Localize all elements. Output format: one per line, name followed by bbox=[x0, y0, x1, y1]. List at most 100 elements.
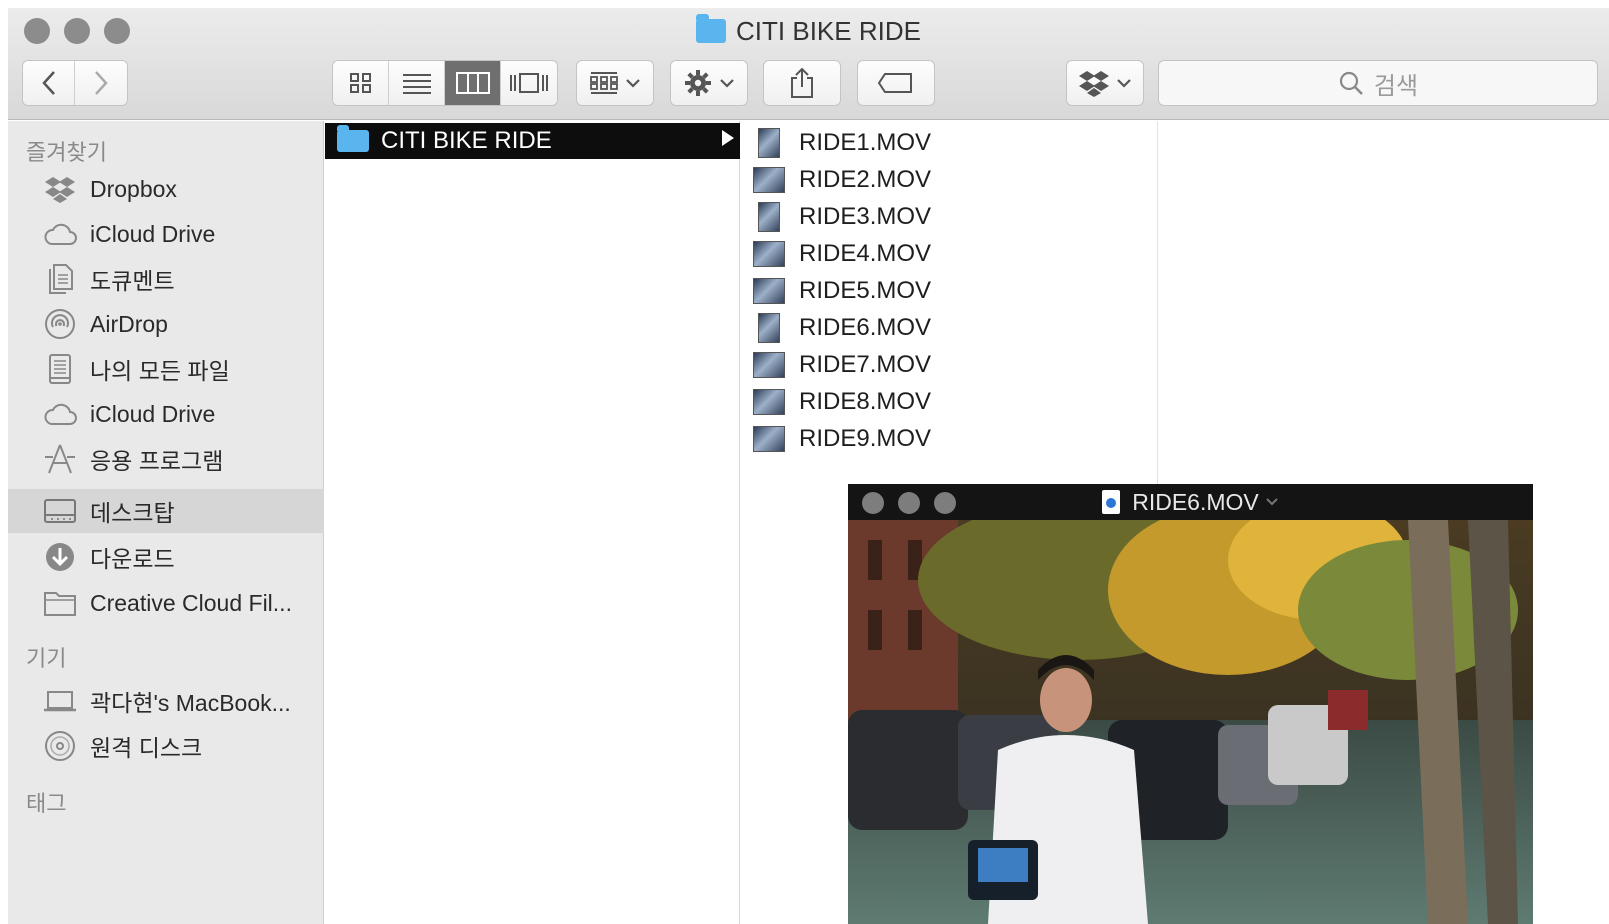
sidebar-item-downloads[interactable]: 다운로드 bbox=[8, 535, 324, 579]
search-placeholder: 검색 bbox=[1373, 72, 1419, 100]
column-view-button[interactable] bbox=[445, 61, 501, 105]
video-frame[interactable] bbox=[848, 520, 1533, 924]
sidebar-item-icloud-drive[interactable]: iCloud Drive bbox=[8, 212, 324, 256]
file-row[interactable]: RIDE8.MOV bbox=[741, 383, 1158, 420]
player-zoom-button[interactable] bbox=[934, 492, 956, 514]
video-thumbnail-icon bbox=[753, 388, 785, 415]
video-thumbnail-icon bbox=[753, 351, 785, 378]
tag-button[interactable] bbox=[857, 60, 935, 106]
file-name: RIDE2.MOV bbox=[799, 165, 932, 193]
icon-view-icon bbox=[349, 73, 371, 93]
sidebar-item-label: Creative Cloud Fil... bbox=[90, 589, 292, 616]
sidebar-item-dropbox[interactable]: Dropbox bbox=[8, 167, 324, 211]
documents-icon bbox=[42, 263, 78, 295]
share-icon bbox=[791, 67, 813, 98]
chevron-down-icon bbox=[626, 79, 640, 88]
file-name: RIDE8.MOV bbox=[799, 387, 932, 415]
sidebar-item-label: 데스크탑 bbox=[90, 500, 175, 526]
view-mode-control bbox=[332, 60, 558, 106]
video-thumbnail-icon bbox=[758, 312, 780, 343]
file-row[interactable]: RIDE5.MOV bbox=[741, 272, 1158, 309]
file-row[interactable]: RIDE4.MOV bbox=[741, 235, 1158, 272]
player-minimize-button[interactable] bbox=[898, 492, 920, 514]
toolbar: CITI BIKE RIDE 검색 bbox=[8, 8, 1609, 120]
sidebar-item-label: Dropbox bbox=[90, 175, 177, 202]
arrange-button[interactable] bbox=[576, 60, 654, 106]
sidebar-item-creative-cloud[interactable]: Creative Cloud Fil... bbox=[8, 581, 324, 625]
file-name: RIDE9.MOV bbox=[799, 424, 932, 452]
file-row[interactable]: RIDE7.MOV bbox=[741, 346, 1158, 383]
sidebar-item-documents[interactable]: 도큐멘트 bbox=[8, 257, 324, 301]
chevron-down-icon[interactable] bbox=[1265, 497, 1279, 507]
sidebar-item-all-files[interactable]: 나의 모든 파일 bbox=[8, 347, 324, 391]
video-thumbnail-icon bbox=[758, 127, 780, 158]
sidebar-item-applications[interactable]: 응용 프로그램 bbox=[8, 437, 324, 481]
sidebar-item-label: 다운로드 bbox=[90, 546, 175, 572]
cloud-icon bbox=[42, 218, 78, 250]
chevron-left-icon bbox=[41, 71, 55, 95]
file-name: RIDE6.MOV bbox=[799, 313, 932, 341]
file-name: RIDE4.MOV bbox=[799, 239, 932, 267]
player-title: RIDE6.MOV bbox=[1132, 488, 1259, 515]
column-view-icon bbox=[455, 72, 490, 94]
chevron-right-icon bbox=[95, 71, 108, 95]
player-window-controls bbox=[862, 492, 956, 514]
finder-window: CITI BIKE RIDE 검색 즐겨찾기 Dropbox iCloud Dr… bbox=[8, 8, 1609, 924]
file-row[interactable]: RIDE2.MOV bbox=[741, 161, 1158, 198]
cover-flow-button[interactable] bbox=[501, 61, 557, 105]
movie-file-icon bbox=[1102, 490, 1121, 514]
sidebar-item-label: iCloud Drive bbox=[90, 400, 216, 427]
list-view-icon bbox=[402, 74, 431, 94]
sidebar-item-label: 나의 모든 파일 bbox=[90, 358, 230, 384]
sidebar-item-macbook[interactable]: 곽다현's MacBook... bbox=[8, 679, 324, 723]
sidebar-item-label: 원격 디스크 bbox=[90, 735, 203, 761]
window-title-text: CITI BIKE RIDE bbox=[736, 16, 921, 46]
dropbox-button[interactable] bbox=[1066, 60, 1144, 106]
disclosure-arrow-icon bbox=[722, 130, 734, 146]
file-name: RIDE1.MOV bbox=[799, 128, 932, 156]
player-titlebar: RIDE6.MOV bbox=[848, 484, 1533, 520]
back-button[interactable] bbox=[23, 61, 76, 105]
file-row[interactable]: RIDE9.MOV bbox=[741, 420, 1158, 457]
window-title: CITI BIKE RIDE bbox=[8, 14, 1609, 47]
sidebar-item-label: 도큐멘트 bbox=[90, 268, 175, 294]
video-thumbnail-icon bbox=[753, 277, 785, 304]
chevron-down-icon bbox=[720, 79, 734, 88]
desktop-icon bbox=[42, 495, 78, 527]
folder-row-citi-bike-ride[interactable]: CITI BIKE RIDE bbox=[325, 123, 740, 159]
sidebar-item-icloud-drive-2[interactable]: iCloud Drive bbox=[8, 392, 324, 436]
video-thumbnail-icon bbox=[753, 425, 785, 452]
disc-icon bbox=[42, 730, 78, 762]
icon-view-button[interactable] bbox=[333, 61, 389, 105]
dropbox-icon bbox=[1079, 71, 1109, 97]
file-name: RIDE3.MOV bbox=[799, 202, 932, 230]
chevron-down-icon bbox=[1117, 79, 1131, 88]
search-field[interactable]: 검색 bbox=[1158, 60, 1598, 106]
sidebar-item-desktop[interactable]: 데스크탑 bbox=[8, 489, 324, 533]
list-view-button[interactable] bbox=[389, 61, 445, 105]
search-icon bbox=[1339, 71, 1363, 95]
sidebar-item-label: AirDrop bbox=[90, 310, 168, 337]
file-name: RIDE5.MOV bbox=[799, 276, 932, 304]
file-name: RIDE7.MOV bbox=[799, 350, 932, 378]
sidebar: 즐겨찾기 Dropbox iCloud Drive 도큐멘트 AirDrop 나… bbox=[8, 121, 324, 924]
favorites-header: 즐겨찾기 bbox=[26, 140, 107, 165]
applications-icon bbox=[42, 443, 78, 475]
cloud-icon bbox=[42, 398, 78, 430]
forward-button[interactable] bbox=[75, 61, 127, 105]
file-row[interactable]: RIDE1.MOV bbox=[741, 124, 1158, 161]
sidebar-item-airdrop[interactable]: AirDrop bbox=[8, 302, 324, 346]
share-button[interactable] bbox=[763, 60, 841, 106]
sidebar-item-remote-disc[interactable]: 원격 디스크 bbox=[8, 724, 324, 768]
action-button[interactable] bbox=[670, 60, 748, 106]
file-row[interactable]: RIDE6.MOV bbox=[741, 309, 1158, 346]
column-browser-1: CITI BIKE RIDE bbox=[325, 121, 740, 924]
sidebar-item-label: 곽다현's MacBook... bbox=[90, 690, 291, 716]
dropbox-icon bbox=[42, 173, 78, 205]
file-row[interactable]: RIDE3.MOV bbox=[741, 198, 1158, 235]
video-thumbnail-icon bbox=[753, 240, 785, 267]
cover-flow-icon bbox=[510, 73, 548, 93]
tags-header: 태그 bbox=[26, 791, 67, 816]
player-close-button[interactable] bbox=[862, 492, 884, 514]
folder-icon bbox=[696, 14, 727, 43]
